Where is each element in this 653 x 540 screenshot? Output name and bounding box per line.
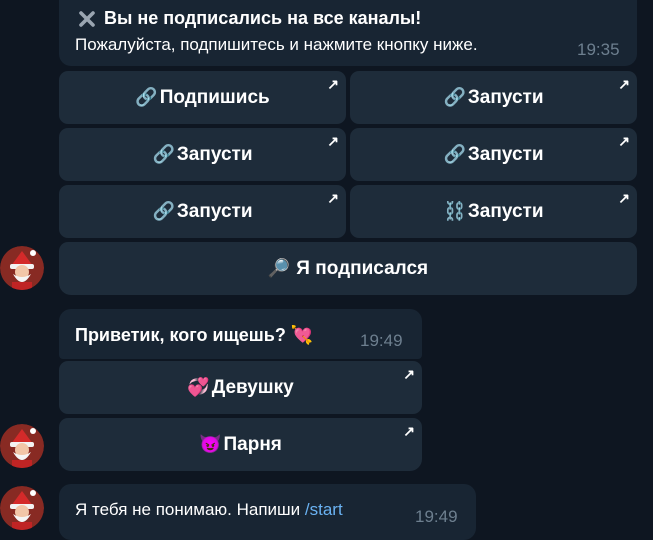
message-bubble-2: Приветик, кого ищешь? 💘 19:49 bbox=[59, 309, 422, 359]
girl-button[interactable]: 💞 Девушку ↗ bbox=[59, 361, 422, 414]
message-bubble-1: Вы не подписались на все каналы! Пожалуй… bbox=[59, 0, 637, 66]
avatar[interactable] bbox=[0, 486, 44, 530]
link-icon: 🔗 bbox=[152, 201, 175, 221]
external-arrow-icon: ↗ bbox=[618, 133, 630, 149]
avatar[interactable] bbox=[0, 246, 44, 290]
external-arrow-icon: ↗ bbox=[618, 76, 630, 92]
subscribe-button[interactable]: 🔗 Подпишись ↗ bbox=[59, 71, 346, 124]
external-arrow-icon: ↗ bbox=[327, 190, 339, 206]
external-arrow-icon: ↗ bbox=[403, 366, 415, 382]
chain-icon: ⛓️ bbox=[443, 201, 466, 221]
guy-button[interactable]: 😈 Парня ↗ bbox=[59, 418, 422, 471]
start-command-link[interactable]: /start bbox=[305, 500, 343, 519]
message-text: Я тебя не понимаю. Напиши /start bbox=[75, 500, 343, 519]
launch-button-2[interactable]: 🔗 Запусти ↗ bbox=[59, 128, 346, 181]
external-arrow-icon: ↗ bbox=[403, 423, 415, 439]
message-bubble-3: Я тебя не понимаю. Напиши /start 19:49 bbox=[59, 484, 476, 540]
message-title: Вы не подписались на все каналы! bbox=[79, 8, 421, 29]
external-arrow-icon: ↗ bbox=[327, 76, 339, 92]
launch-button-4[interactable]: 🔗 Запусти ↗ bbox=[59, 185, 346, 238]
message-timestamp: 19:49 bbox=[415, 507, 458, 526]
link-icon: 🔗 bbox=[152, 144, 175, 164]
message-timestamp: 19:35 bbox=[577, 40, 620, 59]
external-arrow-icon: ↗ bbox=[327, 133, 339, 149]
external-arrow-icon: ↗ bbox=[618, 190, 630, 206]
launch-button-1[interactable]: 🔗 Запусти ↗ bbox=[350, 71, 637, 124]
message-text: Приветик, кого ищешь? 💘 bbox=[75, 325, 314, 345]
hearts-icon: 💞 bbox=[187, 377, 210, 397]
cross-icon bbox=[79, 10, 95, 27]
link-icon: 🔗 bbox=[443, 144, 466, 164]
avatar[interactable] bbox=[0, 424, 44, 468]
confirm-subscribed-button[interactable]: 🔎 Я подписался bbox=[59, 242, 637, 295]
message-text: Пожалуйста, подпишитесь и нажмите кнопку… bbox=[75, 35, 478, 54]
launch-button-3[interactable]: 🔗 Запусти ↗ bbox=[350, 128, 637, 181]
message-timestamp: 19:49 bbox=[360, 331, 403, 350]
launch-button-5[interactable]: ⛓️ Запусти ↗ bbox=[350, 185, 637, 238]
link-icon: 🔗 bbox=[135, 87, 158, 107]
magnifier-icon: 🔎 bbox=[267, 258, 291, 278]
link-icon: 🔗 bbox=[443, 87, 466, 107]
devil-icon: 😈 bbox=[199, 434, 222, 454]
